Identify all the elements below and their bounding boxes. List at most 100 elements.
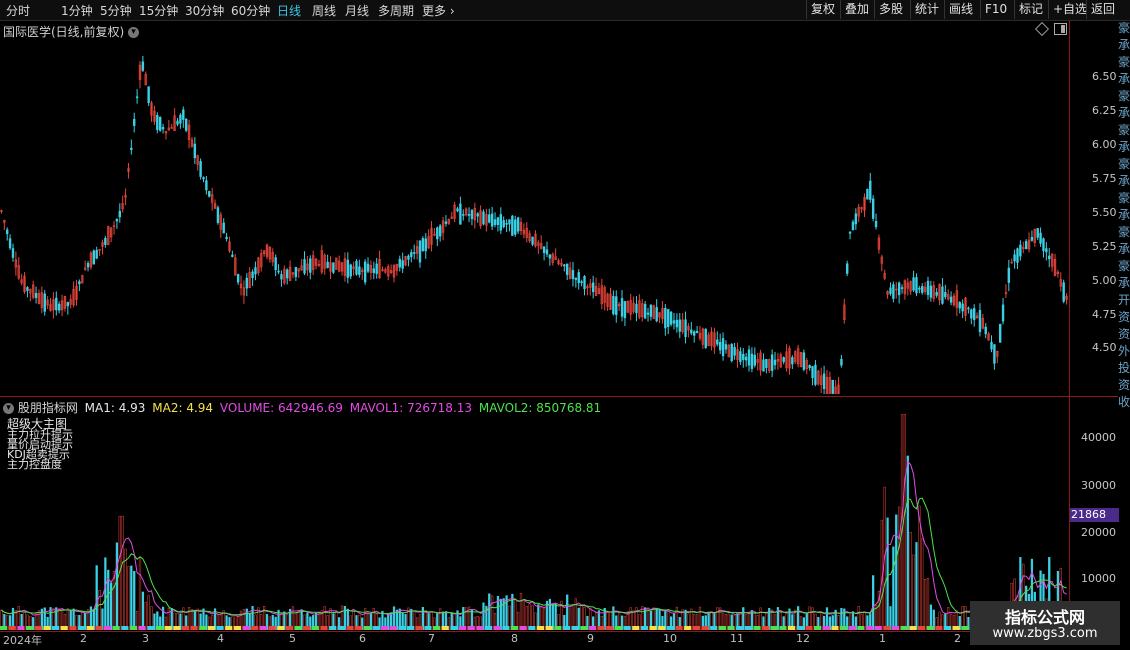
signal-marker [736, 626, 744, 630]
signal-marker [190, 626, 198, 630]
signal-marker [268, 626, 276, 630]
volume-bar [112, 571, 116, 630]
multi-stock-button[interactable]: 多股 [874, 0, 907, 19]
draw-line-button[interactable]: 画线 [944, 0, 977, 19]
candle-body [245, 277, 248, 289]
signal-marker [874, 626, 882, 630]
volume-bar [121, 515, 124, 630]
candle-body [286, 269, 289, 279]
f10-button[interactable]: F10 [980, 0, 1011, 19]
candle-body [571, 270, 575, 280]
price-tick: 5.00 [1092, 274, 1117, 287]
candle-body [398, 258, 401, 268]
volume-bar [127, 566, 130, 630]
price-tick: 6.00 [1092, 138, 1117, 151]
candle-body [848, 231, 852, 234]
candle-body [840, 358, 843, 366]
candle-body [724, 344, 728, 350]
signal-marker [225, 626, 233, 630]
signal-marker [129, 626, 138, 630]
price-axis-border [1069, 20, 1070, 632]
signal-marker [571, 626, 579, 630]
time-axis-border [0, 631, 1118, 632]
candle-body [900, 287, 904, 289]
period-monthly[interactable]: 月线 [345, 2, 369, 19]
candle-body [921, 286, 924, 293]
mark-button[interactable]: 标记 [1014, 0, 1047, 19]
period-more[interactable]: 更多 › [422, 2, 455, 19]
signal-marker [762, 626, 770, 630]
signal-marker [95, 626, 103, 630]
signal-marker [285, 626, 293, 630]
volume-bar [115, 542, 119, 630]
fuquan-button[interactable]: 复权 [806, 0, 839, 19]
signal-marker [718, 626, 726, 630]
candle-body [802, 352, 806, 370]
signal-marker [623, 626, 631, 630]
candle-body [669, 311, 673, 325]
x-tick: 2024年 [3, 634, 42, 647]
signal-marker [294, 626, 302, 630]
add-watchlist-button[interactable]: +自选 [1048, 0, 1091, 19]
volume-bar [514, 599, 517, 630]
signal-marker [51, 626, 60, 630]
candle-body [871, 198, 875, 219]
period-weekly[interactable]: 周线 [312, 2, 336, 19]
period-daily[interactable]: 日线 [277, 2, 301, 19]
candle-body [591, 282, 595, 293]
overlay-button[interactable]: 叠加 [840, 0, 873, 19]
period-multi[interactable]: 多周期 [378, 2, 414, 19]
candle-body [202, 177, 205, 180]
candle-body [482, 211, 485, 225]
candle-body [418, 240, 422, 263]
period-30min[interactable]: 30分钟 [185, 2, 224, 19]
period-fenshi[interactable]: 分时 [6, 2, 30, 19]
volume-bar [95, 565, 98, 630]
candle-body [993, 344, 996, 364]
panel-toggle-icon[interactable] [1054, 23, 1067, 35]
candle-body [1048, 255, 1051, 260]
signal-marker [25, 626, 34, 630]
candle-body [216, 207, 220, 223]
candle-body [43, 293, 46, 312]
candle-body [280, 274, 283, 280]
diamond-icon[interactable] [1034, 21, 1050, 37]
candle-body [615, 296, 618, 315]
signal-marker [943, 626, 952, 630]
chevron-right-icon: › [449, 4, 455, 18]
period-15min[interactable]: 15分钟 [139, 2, 178, 19]
period-1min[interactable]: 1分钟 [61, 2, 93, 19]
period-60min[interactable]: 60分钟 [231, 2, 270, 19]
signal-marker [545, 626, 553, 630]
period-5min[interactable]: 5分钟 [100, 2, 132, 19]
candle-body [133, 118, 136, 126]
candle-body [944, 292, 947, 298]
signal-marker [337, 626, 345, 630]
signal-marker [658, 626, 666, 630]
candle-body [912, 277, 915, 291]
signal-marker [926, 626, 934, 630]
candle-body [1007, 267, 1011, 283]
signal-marker [649, 626, 657, 630]
price-tick: 5.75 [1092, 172, 1117, 185]
candle-body [309, 258, 312, 273]
candle-body [791, 357, 794, 365]
candle-body [612, 295, 615, 315]
signal-marker [77, 626, 86, 630]
volume-bar [886, 517, 889, 630]
signal-marker [727, 626, 735, 630]
candlestick-chart[interactable] [0, 36, 1068, 394]
back-button[interactable]: 返回 [1086, 0, 1119, 19]
volume-bar [522, 599, 526, 630]
signal-marker [883, 626, 891, 630]
candle-body [141, 61, 145, 71]
volume-chart[interactable] [0, 412, 1068, 630]
candle-body [115, 219, 119, 222]
volume-bar [519, 592, 523, 630]
candle-body [421, 238, 425, 252]
candle-body [199, 161, 202, 177]
candle-body [254, 267, 257, 275]
candle-body [580, 281, 583, 284]
candle-body [372, 268, 375, 273]
stats-button[interactable]: 统计 [910, 0, 943, 19]
